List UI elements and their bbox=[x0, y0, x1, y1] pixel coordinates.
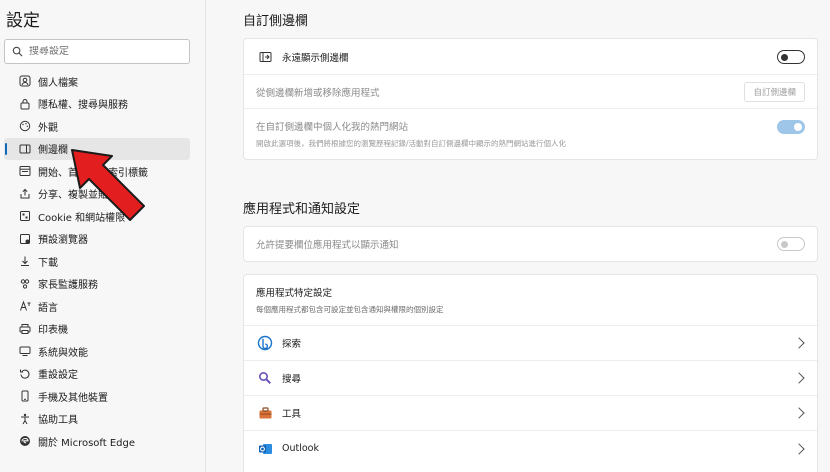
sidebar-item-label: 手機及其他裝置 bbox=[38, 392, 108, 404]
chevron-right-icon bbox=[793, 442, 805, 455]
allow-notify-label: 允許提要欄位應用程式以顯示通知 bbox=[256, 240, 399, 251]
sidebar-item-family[interactable]: 家長監護服務 bbox=[4, 273, 190, 296]
sidebar-icon bbox=[18, 142, 32, 156]
personalize-description: 開啟此選項後，我們將根據您的瀏覽歷程記錄/活動對自訂側邊欄中顯示的熱門網站進行個… bbox=[256, 139, 567, 148]
add-remove-row: 從側邊欄新增或移除應用程式 自訂側邊欄 bbox=[244, 75, 817, 109]
app-specific-header: 應用程式特定設定 每個應用程式都包含可設定並包含通知與權限的個別設定 bbox=[244, 275, 817, 326]
sidebar-item-label: 外觀 bbox=[38, 122, 58, 134]
sidebar-item-cookie[interactable]: Cookie 和網站權限 bbox=[4, 205, 190, 228]
sidebar-item-appearance[interactable]: 外觀 bbox=[4, 115, 190, 138]
sidebar-item-label: 印表機 bbox=[38, 325, 68, 337]
app-specific-card: 應用程式特定設定 每個應用程式都包含可設定並包含通知與權限的個別設定 探索 搜尋… bbox=[243, 274, 818, 472]
sidebar-item-label: 下載 bbox=[38, 257, 58, 269]
phone-icon bbox=[18, 389, 32, 403]
always-show-label: 永遠顯示側邊欄 bbox=[282, 52, 349, 64]
add-remove-label: 從側邊欄新增或移除應用程式 bbox=[256, 87, 380, 99]
start-icon bbox=[18, 164, 32, 178]
sidebar-item-label: 語言 bbox=[38, 302, 58, 314]
sidebar-item-sidebar[interactable]: 側邊欄 bbox=[4, 137, 190, 160]
settings-main: 自訂側邊欄 永遠顯示側邊欄 從側邊欄新增或移除應用程式 自訂側邊欄 在自訂側邊欄… bbox=[207, 0, 830, 472]
always-show-row: 永遠顯示側邊欄 bbox=[244, 39, 817, 75]
appearance-icon bbox=[18, 119, 32, 133]
sidebar-item-printer[interactable]: 印表機 bbox=[4, 318, 190, 341]
sidebar-item-about[interactable]: 關於 Microsoft Edge bbox=[4, 430, 190, 453]
section-title-customize-sidebar: 自訂側邊欄 bbox=[243, 14, 309, 29]
customize-sidebar-button[interactable]: 自訂側邊欄 bbox=[744, 82, 805, 102]
sidebar-item-label: Cookie 和網站權限 bbox=[38, 212, 126, 224]
settings-sidebar: 設定 個人檔案 隱私權、搜尋與服務 外觀 側邊欄 開始、首頁及新索引標籤 bbox=[0, 0, 206, 472]
sidebar-item-downloads[interactable]: 下載 bbox=[4, 250, 190, 273]
app-label: 探索 bbox=[282, 339, 302, 350]
outlook-icon bbox=[256, 440, 274, 458]
settings-title: 設定 bbox=[6, 11, 40, 31]
allow-notify-toggle[interactable] bbox=[777, 237, 805, 251]
profile-icon bbox=[18, 74, 32, 88]
sidebar-item-label: 協助工具 bbox=[38, 415, 78, 427]
sidebar-item-label: 關於 Microsoft Edge bbox=[38, 437, 136, 449]
sidebar-item-accessibility[interactable]: 協助工具 bbox=[4, 408, 190, 431]
app-specific-description: 每個應用程式都包含可設定並包含通知與權限的個別設定 bbox=[256, 305, 444, 314]
sidebar-item-language[interactable]: 語言 bbox=[4, 295, 190, 318]
sidebar-item-label: 側邊欄 bbox=[38, 145, 68, 157]
allow-notify-card: 允許提要欄位應用程式以顯示通知 bbox=[243, 226, 818, 262]
personalize-label: 在自訂側邊欄中個人化我的熱門網站 bbox=[256, 122, 409, 133]
search-box[interactable] bbox=[4, 39, 190, 64]
sidebar-item-system[interactable]: 系統與效能 bbox=[4, 340, 190, 363]
cookie-icon bbox=[18, 209, 32, 223]
discover-icon bbox=[256, 334, 274, 352]
sidebar-item-share[interactable]: 分享、複製並貼上 bbox=[4, 183, 190, 206]
sidebar-item-default-browser[interactable]: 預設瀏覽器 bbox=[4, 228, 190, 251]
sidebar-item-label: 重設設定 bbox=[38, 370, 78, 382]
sidebar-item-label: 預設瀏覽器 bbox=[38, 235, 88, 247]
allow-notify-row: 允許提要欄位應用程式以顯示通知 bbox=[244, 227, 817, 261]
edge-icon bbox=[18, 434, 32, 448]
download-icon bbox=[18, 254, 32, 268]
chevron-right-icon bbox=[793, 407, 805, 419]
app-label: 工具 bbox=[282, 409, 302, 420]
language-icon bbox=[18, 299, 32, 313]
section-title-app-notifications: 應用程式和通知設定 bbox=[243, 202, 361, 217]
sidebar-panel-icon bbox=[256, 48, 274, 66]
sidebar-item-reset[interactable]: 重設設定 bbox=[4, 363, 190, 386]
app-row-tools[interactable]: 工具 bbox=[244, 396, 817, 431]
search-icon bbox=[5, 46, 29, 57]
lock-icon bbox=[18, 97, 32, 111]
personalize-row: 在自訂側邊欄中個人化我的熱門網站 開啟此選項後，我們將根據您的瀏覽歷程記錄/活動… bbox=[244, 109, 817, 159]
reset-icon bbox=[18, 367, 32, 381]
app-row-discover[interactable]: 探索 bbox=[244, 326, 817, 361]
app-label: 搜尋 bbox=[282, 374, 302, 385]
app-row-search[interactable]: 搜尋 bbox=[244, 361, 817, 396]
sidebar-item-label: 家長監護服務 bbox=[38, 280, 98, 292]
share-icon bbox=[18, 187, 32, 201]
browser-icon bbox=[18, 232, 32, 246]
system-icon bbox=[18, 344, 32, 358]
sidebar-item-profile[interactable]: 個人檔案 bbox=[4, 70, 190, 93]
sidebar-item-privacy[interactable]: 隱私權、搜尋與服務 bbox=[4, 93, 190, 116]
always-show-toggle[interactable] bbox=[777, 50, 805, 64]
sidebar-item-label: 系統與效能 bbox=[38, 347, 88, 359]
app-label: Outlook bbox=[282, 443, 319, 454]
tools-icon bbox=[256, 404, 274, 422]
sidebar-item-label: 個人檔案 bbox=[38, 77, 78, 89]
accessibility-icon bbox=[18, 412, 32, 426]
sidebar-item-phone[interactable]: 手機及其他裝置 bbox=[4, 385, 190, 408]
chevron-right-icon bbox=[793, 337, 805, 349]
sidebar-item-label: 分享、複製並貼上 bbox=[38, 190, 118, 202]
app-row-outlook[interactable]: Outlook bbox=[244, 431, 817, 466]
sidebar-item-label: 開始、首頁及新索引標籤 bbox=[38, 167, 148, 179]
customize-sidebar-card: 永遠顯示側邊欄 從側邊欄新增或移除應用程式 自訂側邊欄 在自訂側邊欄中個人化我的… bbox=[243, 38, 818, 160]
search-input[interactable] bbox=[29, 46, 179, 57]
search-icon bbox=[256, 369, 274, 387]
settings-nav: 個人檔案 隱私權、搜尋與服務 外觀 側邊欄 開始、首頁及新索引標籤 分享、複製並… bbox=[0, 70, 190, 453]
printer-icon bbox=[18, 322, 32, 336]
personalize-toggle[interactable] bbox=[777, 120, 805, 134]
family-icon bbox=[18, 277, 32, 291]
sidebar-item-label: 隱私權、搜尋與服務 bbox=[38, 100, 128, 112]
sidebar-item-start[interactable]: 開始、首頁及新索引標籤 bbox=[4, 160, 190, 183]
chevron-right-icon bbox=[793, 372, 805, 384]
app-specific-title: 應用程式特定設定 bbox=[256, 288, 333, 299]
